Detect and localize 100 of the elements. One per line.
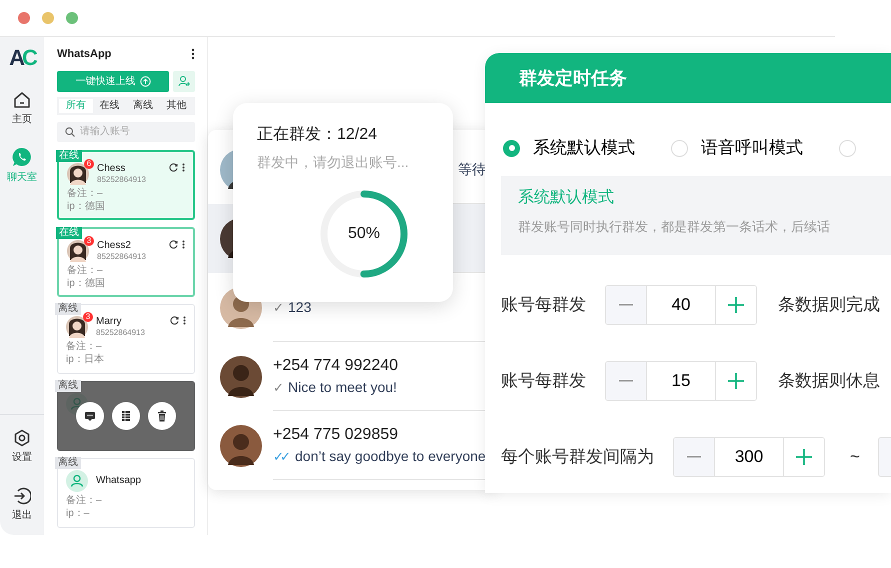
avatar — [66, 316, 88, 338]
account-note: 备注：– — [67, 186, 104, 200]
avatar — [67, 240, 89, 262]
plus-icon — [728, 373, 744, 389]
progress-title: 正在群发：12/24 — [257, 125, 378, 145]
close-button[interactable] — [18, 12, 30, 24]
search-input[interactable]: 请输入账号 — [80, 124, 180, 139]
more-icon[interactable] — [191, 48, 195, 60]
setting-label: 每个账号群发间隔为 — [501, 446, 654, 468]
upload-icon — [140, 76, 150, 86]
account-name: Whatsapp — [96, 474, 142, 486]
add-user-icon — [178, 75, 190, 87]
nav-item[interactable]: 退出 — [12, 487, 32, 523]
nav-item[interactable]: 设置 — [12, 429, 32, 465]
refresh-icon[interactable] — [169, 162, 178, 172]
unread-badge: 3 — [83, 312, 93, 322]
range-separator: ~ — [850, 446, 860, 468]
avatar — [220, 424, 262, 466]
number-stepper[interactable]: 15 — [605, 361, 757, 401]
account-card[interactable]: 在线 6 Chess 85252864913 备注：– ip：德国 — [57, 150, 195, 220]
info-title: 系统默认模式 — [518, 188, 615, 208]
account-ip: ip：日本 — [66, 352, 105, 366]
mode-option[interactable]: 系统默认模式 — [503, 135, 635, 161]
number-stepper[interactable]: 40 — [605, 285, 757, 325]
progress-percent: 50% — [348, 224, 380, 244]
account-card[interactable]: 离线 Whatsapp 备注：– ip：– — [57, 458, 195, 528]
radio-button[interactable] — [839, 140, 856, 156]
unread-badge: 3 — [84, 236, 94, 246]
check-mark: ✓ — [273, 379, 280, 396]
account-phone: 85252864913 — [97, 174, 147, 184]
filter-tab[interactable]: 离线 — [126, 98, 160, 112]
account-ip: ip：– — [66, 506, 90, 520]
status-tag: 离线 — [55, 302, 81, 314]
more-icon[interactable] — [183, 316, 186, 324]
plus-icon — [728, 297, 744, 313]
avatar — [220, 356, 262, 398]
account-card[interactable]: 离线 3 Marry 85252864913 备注：– ip：日本 — [57, 304, 195, 374]
check-mark: ✓✓ — [273, 448, 287, 465]
avatar — [66, 470, 88, 492]
status-tag: 离线 — [55, 380, 81, 392]
message-button[interactable] — [76, 402, 104, 430]
setting-suffix: 条数据则休息 — [778, 370, 880, 392]
trash-icon — [155, 408, 169, 422]
account-name: Marry — [96, 316, 123, 328]
zoom-button[interactable] — [66, 12, 78, 24]
progress-subtitle: 群发中，请勿退出账号... — [257, 153, 410, 171]
refresh-icon[interactable] — [169, 240, 178, 248]
avatar — [67, 162, 89, 184]
more-icon[interactable] — [182, 240, 185, 248]
minimize-button[interactable] — [42, 12, 54, 24]
account-note: 备注：– — [66, 340, 103, 352]
status-tag: 在线 — [56, 150, 82, 162]
minus-icon — [687, 456, 701, 458]
mode-option[interactable]: 语音呼叫模式 — [671, 135, 803, 161]
account-ip: ip：德国 — [67, 276, 106, 290]
setting-label: 账号每群发 — [501, 294, 586, 316]
account-note: 备注：– — [67, 264, 104, 276]
filter-tab[interactable]: 在线 — [92, 98, 126, 112]
account-name: Chess — [97, 162, 126, 174]
filter-tab[interactable]: 其他 — [160, 98, 193, 112]
account-phone: 85252864913 — [96, 328, 146, 338]
setting-suffix: 条数据则完成 — [778, 294, 880, 316]
plus-icon — [796, 449, 812, 465]
home-icon — [13, 91, 31, 109]
nav-item[interactable]: 主页 — [12, 91, 32, 127]
info-text: 群发账号同时执行群发，都是群发第一条话术，后续话 — [518, 218, 831, 236]
account-card[interactable]: 在线 3 Chess2 85252864913 备注：– ip：德国 — [57, 226, 195, 296]
number-field[interactable]: 300 — [714, 438, 784, 476]
panel-title: WhatsApp — [57, 47, 112, 62]
panel-header: 群发定时任务 — [485, 53, 891, 103]
status-tag: 离线 — [55, 456, 81, 468]
grid-icon — [119, 408, 133, 422]
minus-icon — [619, 304, 633, 306]
grid-button[interactable] — [112, 402, 140, 430]
logo: AC — [9, 47, 35, 69]
refresh-icon[interactable] — [170, 316, 179, 324]
number-field[interactable]: 40 — [646, 286, 716, 324]
number-field[interactable]: 15 — [646, 362, 716, 400]
unread-badge: 6 — [84, 158, 94, 168]
setting-label: 账号每群发 — [501, 370, 586, 392]
search-icon — [65, 126, 75, 136]
account-ip: ip：德国 — [67, 200, 106, 212]
logout-icon — [13, 487, 31, 505]
chat-message: 等待 — [458, 160, 486, 178]
chat-icon — [12, 147, 32, 167]
search-field[interactable]: 请输入账号 — [57, 122, 195, 142]
status-tag: 在线 — [56, 226, 82, 238]
minus-icon — [619, 380, 633, 382]
add-user-button[interactable] — [173, 70, 195, 92]
account-name: Chess2 — [97, 240, 132, 252]
account-card[interactable]: 离线 — [57, 380, 195, 450]
chat-name: +254 775 029859 — [273, 425, 400, 444]
more-icon[interactable] — [182, 162, 185, 172]
check-mark: ✓ — [273, 298, 280, 316]
chat-name: +254 774 992240 — [273, 356, 400, 375]
account-phone: 85252864913 — [97, 252, 147, 262]
account-note: 备注：– — [66, 494, 103, 506]
trash-button[interactable] — [148, 402, 176, 430]
settings-icon — [13, 429, 31, 447]
number-stepper[interactable]: 300 — [673, 437, 825, 477]
